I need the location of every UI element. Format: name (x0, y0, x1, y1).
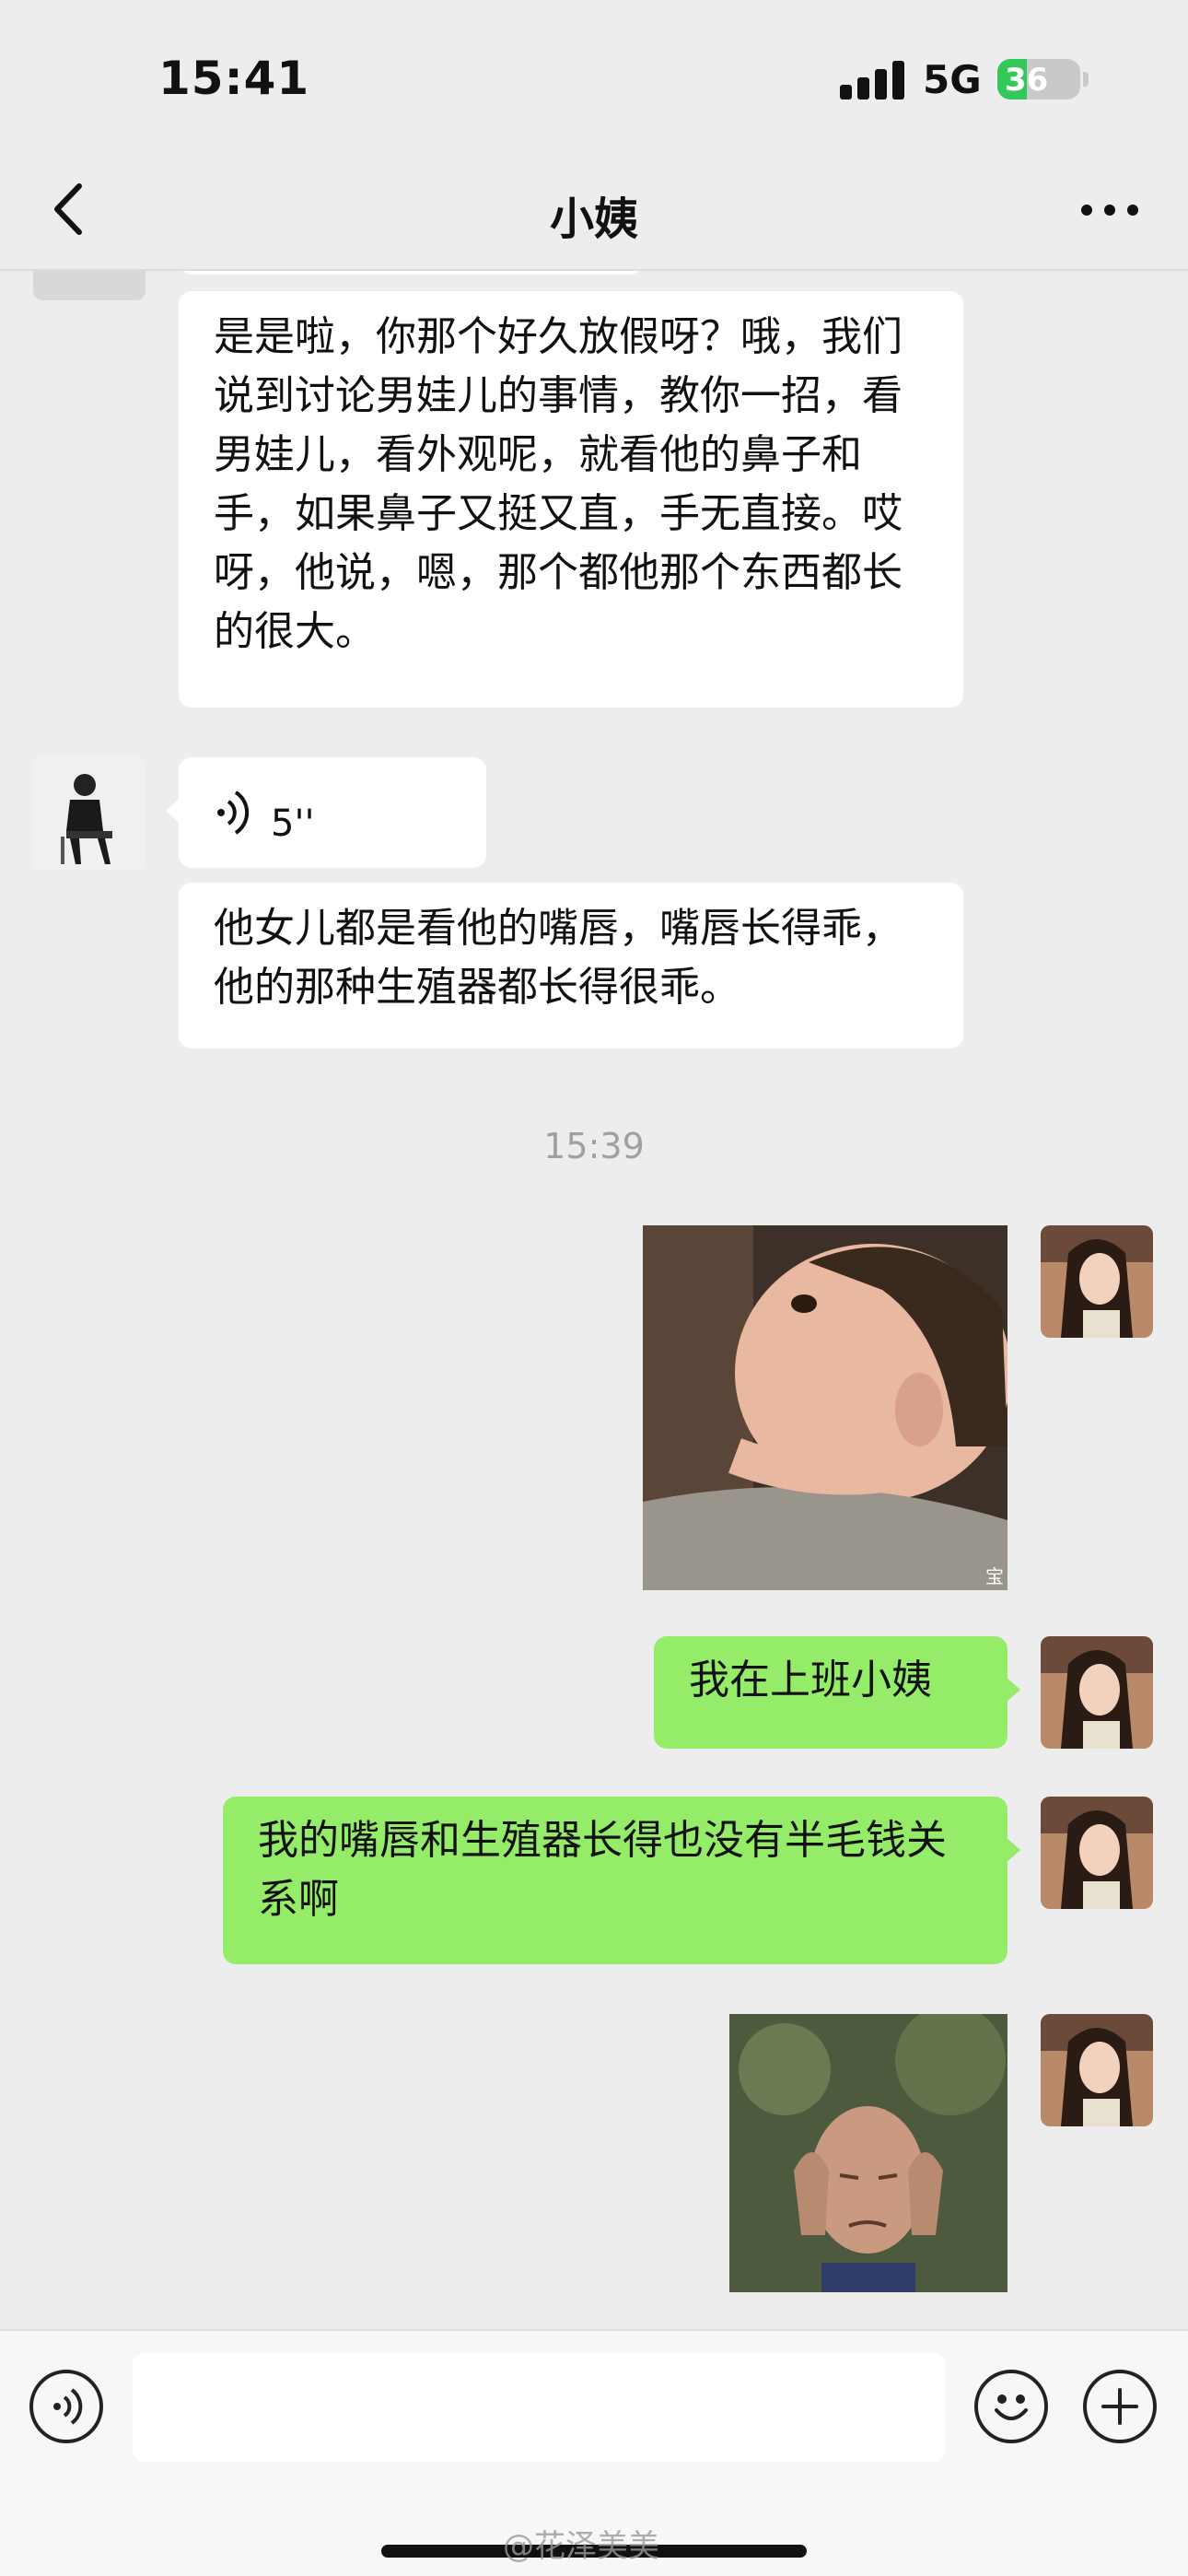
message-bubble-partial (179, 271, 643, 275)
status-time: 15:41 (158, 52, 310, 105)
battery-cap (1083, 72, 1089, 87)
nav-bar: 小姨 (0, 157, 1188, 271)
woman-portrait-icon (1041, 1797, 1153, 1909)
my-avatar[interactable] (1041, 2014, 1153, 2126)
my-avatar[interactable] (1041, 1636, 1153, 1749)
message-text: 我的嘴唇和生殖器长得也没有半毛钱关系啊 (258, 1817, 947, 1923)
woman-portrait-icon (1041, 1636, 1153, 1749)
emoji-button[interactable] (974, 2370, 1048, 2443)
my-avatar[interactable] (1041, 1225, 1153, 1338)
woman-portrait-icon (1041, 2014, 1153, 2126)
signal-icon (840, 61, 906, 100)
plus-icon (1101, 2388, 1138, 2425)
message-text: 是是啦，你那个好久放假呀？哦，我们说到讨论男娃儿的事情，教你一招，看男娃儿，看外… (214, 313, 903, 655)
chat-screen: 15:41 5G 36 小姨 是是啦，你那个好久放假呀？哦，我们说到讨论男娃儿的… (0, 0, 1188, 2576)
voice-message-bubble[interactable]: 5'' (166, 757, 486, 868)
message-bubble-received[interactable]: 是是啦，你那个好久放假呀？哦，我们说到讨论男娃儿的事情，教你一招，看男娃儿，看外… (179, 291, 963, 708)
woman-portrait-icon (1041, 1225, 1153, 1338)
page-title: 小姨 (549, 193, 638, 245)
message-text: 我在上班小姨 (689, 1657, 932, 1704)
person-in-suit-icon (33, 757, 146, 870)
network-type: 5G (923, 57, 982, 102)
child-looking-up-sticker-image (643, 1225, 1007, 1590)
old-man-headache-sticker[interactable] (729, 2014, 1007, 2292)
emoji-icon (995, 2395, 1028, 2420)
message-input[interactable] (133, 2353, 945, 2462)
child-looking-up-sticker[interactable]: 宝 (643, 1225, 1007, 1590)
voice-mode-button[interactable] (29, 2370, 103, 2443)
my-avatar[interactable] (1041, 1797, 1153, 1909)
contact-avatar[interactable] (33, 271, 146, 300)
old-man-headache-sticker-image (729, 2014, 1007, 2292)
plus-button[interactable] (1083, 2370, 1157, 2443)
message-text: 他女儿都是看他的嘴唇，嘴唇长得乖，他的那种生殖器都长得很乖。 (214, 905, 903, 1011)
message-bubble-received[interactable]: 他女儿都是看他的嘴唇，嘴唇长得乖，他的那种生殖器都长得很乖。 (179, 883, 963, 1048)
voice-wave-icon (217, 790, 250, 835)
voice-mode-icon (53, 2388, 83, 2425)
more-horizontal-icon[interactable] (1077, 201, 1142, 219)
watermark: @花泽美美 (503, 2528, 659, 2565)
sticker-caption: 宝 (985, 1565, 1004, 1587)
battery-icon: 36 (997, 59, 1080, 100)
message-bubble-sent[interactable]: 我的嘴唇和生殖器长得也没有半毛钱关系啊 (223, 1797, 1020, 1964)
timestamp: 15:39 (543, 1126, 645, 1166)
voice-duration: 5'' (271, 802, 315, 845)
contact-avatar[interactable] (33, 757, 146, 870)
message-list[interactable]: 是是啦，你那个好久放假呀？哦，我们说到讨论男娃儿的事情，教你一招，看男娃儿，看外… (0, 271, 1188, 2329)
message-bubble-sent[interactable]: 我在上班小姨 (654, 1636, 1020, 1749)
battery-percent: 36 (1005, 62, 1049, 99)
